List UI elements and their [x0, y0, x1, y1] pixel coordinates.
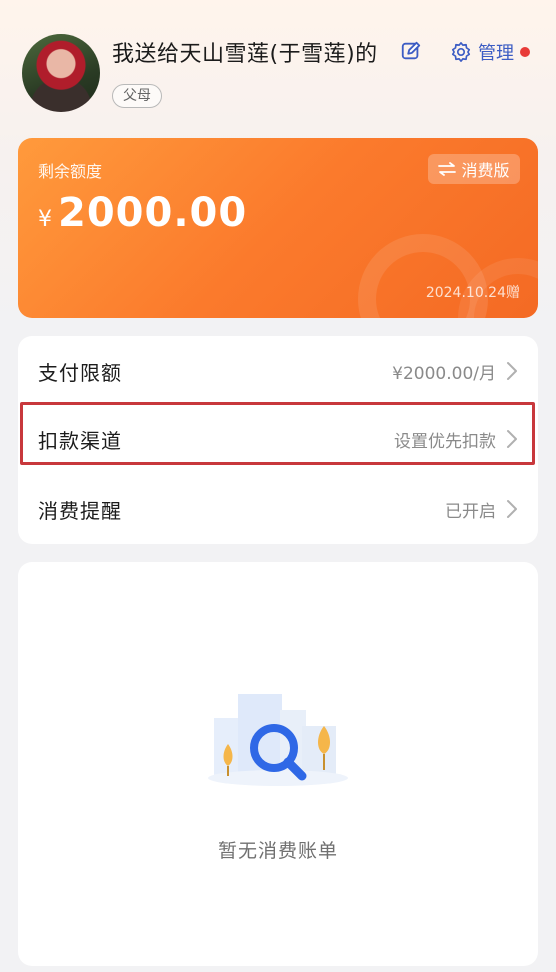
settings-list: 支付限额 ¥2000.00/月 扣款渠道 设置优先扣款 消费提醒 已开启	[18, 336, 538, 544]
list-item-value-group: ¥2000.00/月	[392, 359, 518, 384]
list-item-value: 设置优先扣款	[394, 431, 496, 452]
list-item-label: 消费提醒	[38, 498, 122, 523]
list-item-payment-limit[interactable]: 支付限额 ¥2000.00/月	[18, 338, 538, 404]
list-item-deduction-channel[interactable]: 扣款渠道 设置优先扣款	[18, 406, 538, 472]
list-item-value: ¥2000.00/月	[392, 363, 496, 384]
gear-icon	[451, 42, 471, 62]
swap-icon	[438, 162, 457, 176]
bills-panel: 暂无消费账单	[18, 562, 538, 966]
list-item-value-group: 设置优先扣款	[394, 427, 518, 452]
edit-icon[interactable]	[400, 40, 422, 62]
header: 我送给天山雪莲(于雪莲)的 管理 父母	[0, 0, 556, 130]
gift-date: 2024.10.24赠	[425, 285, 520, 301]
manage-button[interactable]: 管理	[450, 38, 514, 66]
chevron-right-icon	[507, 500, 517, 518]
amount-value: 2000.00	[58, 190, 248, 236]
avatar[interactable]	[22, 34, 100, 112]
chevron-right-icon	[507, 430, 517, 448]
list-item-label: 支付限额	[38, 360, 122, 385]
list-item-spending-reminder[interactable]: 消费提醒 已开启	[18, 476, 538, 542]
balance-card: 剩余额度 ¥2000.00 消费版 2024.10.24赠	[18, 138, 538, 318]
list-item-label: 扣款渠道	[38, 428, 122, 453]
remaining-quota-amount: ¥2000.00	[38, 190, 247, 236]
empty-state-text: 暂无消费账单	[217, 840, 338, 862]
page-title: 我送给天山雪莲(于雪莲)的	[112, 42, 378, 67]
currency-symbol: ¥	[38, 207, 52, 232]
list-item-value-group: 已开启	[445, 497, 518, 522]
switch-version-button[interactable]: 消费版	[428, 154, 520, 184]
version-label: 消费版	[461, 161, 510, 180]
notification-dot	[520, 47, 530, 57]
chevron-right-icon	[507, 362, 517, 380]
list-item-value: 已开启	[445, 501, 496, 522]
manage-label: 管理	[478, 43, 514, 64]
remaining-quota-label: 剩余额度	[38, 162, 103, 181]
role-badge: 父母	[112, 84, 162, 108]
search-magnifier-icon	[208, 694, 348, 786]
page: 我送给天山雪莲(于雪莲)的 管理 父母 剩余额度 ¥2000.00 消费版 20…	[0, 0, 556, 972]
